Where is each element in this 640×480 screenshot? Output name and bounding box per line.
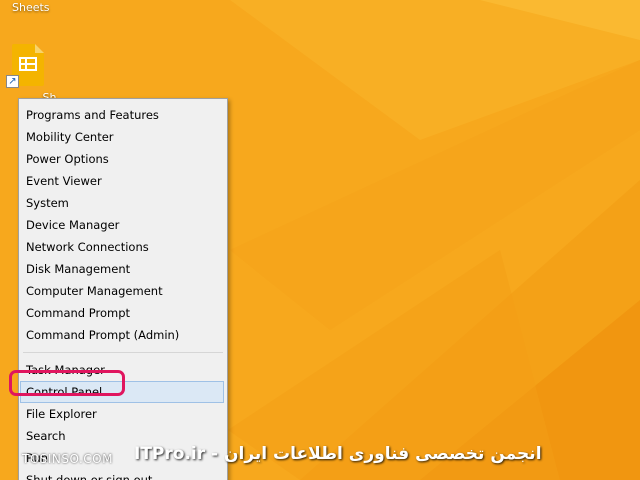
menu-item-power-options[interactable]: Power Options	[19, 148, 227, 170]
menu-item-mobility-center[interactable]: Mobility Center	[19, 126, 227, 148]
watermark-site: TOSINSO.COM	[22, 452, 113, 466]
winx-context-menu: Programs and Features Mobility Center Po…	[18, 98, 228, 480]
watermark: TOSINSO.COM ITPro.ir - انجمن تخصصی فناور…	[0, 440, 640, 480]
menu-item-computer-management[interactable]: Computer Management	[19, 280, 227, 302]
shortcut-arrow-icon: ↗	[6, 75, 19, 88]
menu-item-disk-management[interactable]: Disk Management	[19, 258, 227, 280]
desktop[interactable]: Sheets ↗ ...Sh... Programs and Features …	[0, 0, 640, 480]
menu-item-system[interactable]: System	[19, 192, 227, 214]
control-panel-highlight-annotation	[9, 370, 125, 396]
menu-item-file-explorer[interactable]: File Explorer	[19, 403, 227, 425]
google-sheets-icon[interactable]: ↗	[6, 44, 50, 92]
menu-separator	[23, 352, 223, 353]
menu-item-event-viewer[interactable]: Event Viewer	[19, 170, 227, 192]
watermark-text: ITPro.ir - انجمن تخصصی فناوری اطلاعات ای…	[134, 444, 542, 464]
menu-item-device-manager[interactable]: Device Manager	[19, 214, 227, 236]
menu-item-command-prompt-admin[interactable]: Command Prompt (Admin)	[19, 324, 227, 346]
desktop-icon-label-top: Sheets	[12, 1, 50, 14]
menu-item-network-connections[interactable]: Network Connections	[19, 236, 227, 258]
menu-item-command-prompt[interactable]: Command Prompt	[19, 302, 227, 324]
menu-item-programs-and-features[interactable]: Programs and Features	[19, 104, 227, 126]
